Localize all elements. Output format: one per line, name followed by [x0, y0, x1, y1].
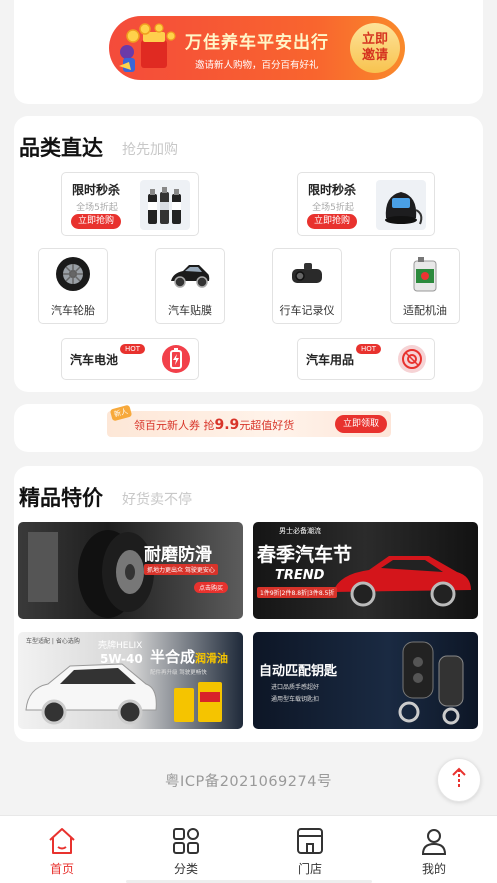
- promo-key[interactable]: 自动匹配钥匙 进口品质手感超好 通用型车载钥匙扣: [253, 632, 478, 729]
- category-item-tire[interactable]: 汽车轮胎: [38, 248, 108, 324]
- tab-label: 首页: [49, 862, 74, 876]
- category-item-label: 汽车贴膜: [168, 304, 212, 317]
- tab-store[interactable]: 门店: [248, 816, 372, 883]
- picks-subtitle: 好货卖不停: [122, 492, 192, 508]
- category-item-film[interactable]: 汽车贴膜: [155, 248, 225, 324]
- category-subtitle: 抢先加购: [122, 142, 178, 158]
- picks-section: 精品特价 好货卖不停 耐磨防滑 抓地力更出众 驾驶更安心 点击购买 男士必备潮流…: [14, 466, 483, 742]
- category-section: 品类直达 抢先加购 限时秒杀 全场5折起 立即抢购 限时秒杀 全场5折起 立即抢…: [14, 116, 483, 392]
- icp-record: 粤ICP备2021069274号: [165, 774, 332, 790]
- flash-sale-sub: 全场5折起: [312, 203, 354, 213]
- promo-headline: 自动匹配钥匙: [259, 664, 338, 679]
- store-icon: [297, 828, 323, 854]
- promo-headline-sub: 润滑油: [195, 652, 229, 665]
- hot-item-supplies[interactable]: 汽车用品 HOT: [297, 338, 435, 380]
- promo-headline: 耐磨防滑: [144, 545, 212, 565]
- dashcam-icon: [292, 263, 322, 283]
- tab-category[interactable]: 分类: [124, 816, 248, 883]
- hot-item-label: 汽车用品: [306, 353, 355, 367]
- coupon-text-prefix: 领百元新人券 抢: [134, 419, 215, 432]
- car-key-icon: [398, 641, 464, 725]
- picks-title: 精品特价: [19, 486, 103, 510]
- tab-label: 分类: [173, 862, 198, 876]
- promo-tire[interactable]: 耐磨防滑 抓地力更出众 驾驶更安心 点击购买: [18, 522, 243, 619]
- promo-spring[interactable]: 男士必备潮流 春季汽车节 TREND 1件9折|2件8.8折|3件8.5折: [253, 522, 478, 619]
- tire-icon: [56, 257, 90, 291]
- promo-headline-main: 半合成: [150, 648, 196, 666]
- category-item-label: 适配机油: [403, 304, 447, 317]
- invite-banner[interactable]: 万佳养车平安出行 邀请新人购物，百分百有好礼 立即邀请: [109, 16, 405, 80]
- air-pump-icon: [376, 180, 426, 230]
- promo-tagline: 配件再升级 驾驶更畅快: [150, 670, 207, 676]
- flash-sale-sub: 全场5折起: [76, 203, 118, 213]
- promo-headline: 半合成润滑油: [150, 646, 228, 667]
- promo-tagline: 抓地力更出众 驾驶更安心: [144, 564, 218, 575]
- invite-button[interactable]: 立即邀请: [350, 23, 400, 73]
- tab-home[interactable]: 首页: [0, 816, 124, 883]
- battery-icon: [162, 345, 190, 373]
- supplies-icon: [398, 345, 426, 373]
- promo-kicker: 男士必备潮流: [279, 527, 321, 535]
- flash-sale-card-1[interactable]: 限时秒杀 全场5折起 立即抢购: [61, 172, 199, 236]
- coupon-banner[interactable]: 新人 领百元新人券 抢9.9元超值好货 立即领取: [107, 404, 391, 437]
- promo-oil[interactable]: 车型适配 | 省心选购 壳牌HELIX 5W-40 半合成润滑油 配件再升级 驾…: [18, 632, 243, 729]
- promo-brand: 壳牌HELIX: [98, 641, 143, 651]
- hot-item-battery[interactable]: 汽车电池 HOT: [61, 338, 199, 380]
- promo-line2: 通用型车载钥匙扣: [271, 696, 320, 703]
- category-item-oil[interactable]: 适配机油: [390, 248, 460, 324]
- coupon-amount: 9.9: [214, 417, 240, 433]
- grid-icon: [173, 828, 199, 854]
- flash-sale-card-2[interactable]: 限时秒杀 全场5折起 立即抢购: [297, 172, 435, 236]
- category-title: 品类直达: [19, 136, 103, 160]
- car-film-icon: [171, 265, 210, 288]
- flash-sale-title: 限时秒杀: [72, 183, 121, 197]
- promo-headline: 春季汽车节: [257, 544, 353, 566]
- flash-sale-title: 限时秒杀: [308, 183, 357, 197]
- invite-subtitle: 邀请新人购物，百分百有好礼: [195, 60, 319, 71]
- invite-button-label: 立即邀请: [361, 32, 388, 63]
- tab-bar: 首页 分类 门店 我的: [0, 815, 497, 883]
- coupon-tag: 新人: [109, 404, 133, 422]
- category-item-label: 行车记录仪: [279, 304, 335, 317]
- coupon-claim-button[interactable]: 立即领取: [335, 415, 387, 433]
- arrow-up-icon: [452, 767, 466, 789]
- promo-buy-button[interactable]: 点击购买: [194, 582, 229, 593]
- hot-item-label: 汽车电池: [70, 353, 119, 367]
- spray-cans-icon: [140, 180, 190, 230]
- coin-gift-icon: [119, 23, 176, 72]
- tab-label: 门店: [297, 862, 322, 876]
- coupon-text: 领百元新人券 抢9.9元超值好货: [134, 417, 294, 433]
- invite-title: 万佳养车平安出行: [185, 33, 329, 53]
- user-icon: [421, 829, 447, 855]
- promo-kicker: 车型适配 | 省心选购: [26, 638, 80, 645]
- hot-badge: HOT: [356, 344, 382, 354]
- coupon-card: 新人 领百元新人券 抢9.9元超值好货 立即领取: [14, 404, 483, 452]
- tab-label: 我的: [421, 862, 446, 876]
- category-item-dashcam[interactable]: 行车记录仪: [272, 248, 342, 324]
- invite-card: 万佳养车平安出行 邀请新人购物，百分百有好礼 立即邀请: [14, 0, 483, 104]
- home-icon: [49, 828, 75, 854]
- oil-bottle-icon: [413, 257, 437, 292]
- hot-badge: HOT: [120, 344, 146, 354]
- category-item-label: 汽车轮胎: [51, 304, 95, 317]
- promo-sub: TREND: [275, 568, 325, 583]
- promo-line1: 进口品质手感超好: [271, 684, 320, 691]
- coupon-text-suffix: 元超值好货: [239, 419, 295, 432]
- back-to-top-button[interactable]: [437, 758, 481, 802]
- tab-mine[interactable]: 我的: [372, 816, 496, 883]
- flash-sale-button[interactable]: 立即抢购: [307, 214, 357, 229]
- promo-grade: 5W-40: [100, 652, 143, 666]
- flash-sale-button[interactable]: 立即抢购: [71, 214, 121, 229]
- promo-tagline: 1件9折|2件8.8折|3件8.5折: [257, 587, 338, 598]
